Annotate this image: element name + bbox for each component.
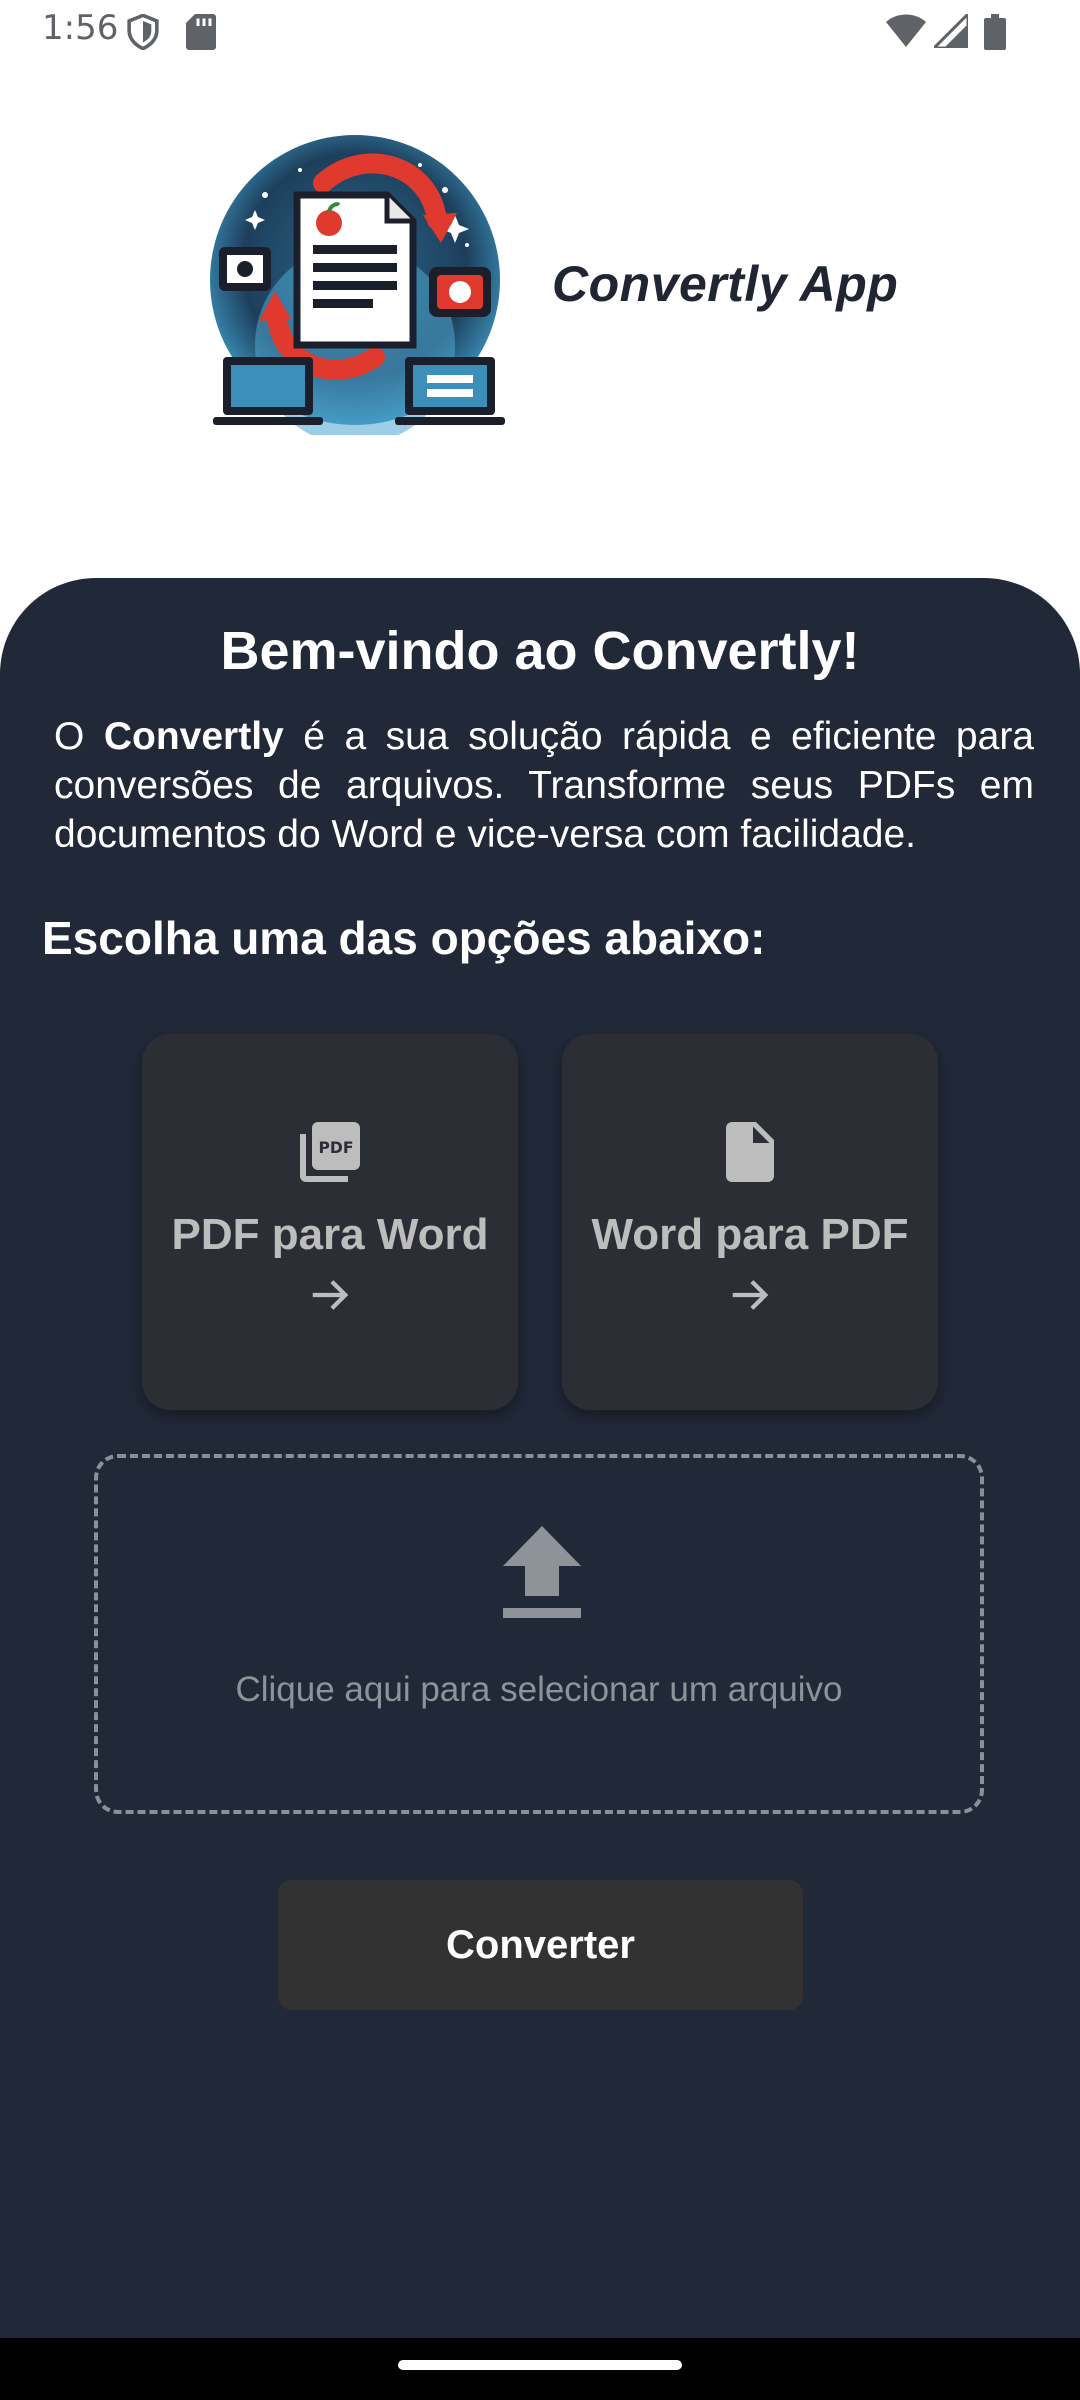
convert-button[interactable]: Converter — [278, 1880, 803, 2010]
arrow-right-icon — [312, 1280, 349, 1310]
main-panel: Bem-vindo ao Convertly! O Convertly é a … — [0, 578, 1080, 2338]
choose-options-label: Escolha uma das opções abaixo: — [42, 912, 766, 964]
app-name: Convertly App — [552, 256, 899, 312]
word-to-pdf-label: Word para PDF — [591, 1210, 909, 1259]
document-conversion-logo — [210, 135, 505, 435]
welcome-title: Bem-vindo ao Convertly! — [220, 621, 860, 681]
document-icon — [726, 1122, 774, 1182]
system-nav-bar — [0, 2338, 1080, 2400]
arrow-right-icon — [732, 1280, 769, 1310]
pdf-icon: PDF — [300, 1122, 360, 1182]
upload-icon — [503, 1526, 581, 1618]
file-upload-zone[interactable]: Clique aqui para selecionar um arquivo — [94, 1454, 984, 1814]
app-header: Convertly App — [0, 120, 1080, 440]
pdf-to-word-card[interactable]: PDF PDF para Word — [142, 1034, 518, 1410]
home-gesture-handle[interactable] — [398, 2360, 682, 2370]
shield-icon — [127, 14, 159, 50]
battery-icon — [984, 14, 1006, 50]
sd-card-icon — [186, 14, 216, 50]
word-to-pdf-card[interactable]: Word para PDF — [562, 1034, 938, 1410]
wifi-icon — [886, 14, 926, 47]
status-bar: 1:56 — [0, 0, 1080, 64]
intro-text: O Convertly é a sua solução rápida e efi… — [54, 712, 1034, 859]
upload-hint: Clique aqui para selecionar um arquivo — [235, 1670, 843, 1709]
pdf-to-word-label: PDF para Word — [171, 1210, 489, 1259]
intro-brand: Convertly — [103, 715, 284, 758]
intro-prefix: O — [54, 715, 104, 758]
svg-text:PDF: PDF — [318, 1139, 353, 1157]
status-time: 1:56 — [42, 8, 119, 48]
signal-icon — [934, 14, 968, 48]
